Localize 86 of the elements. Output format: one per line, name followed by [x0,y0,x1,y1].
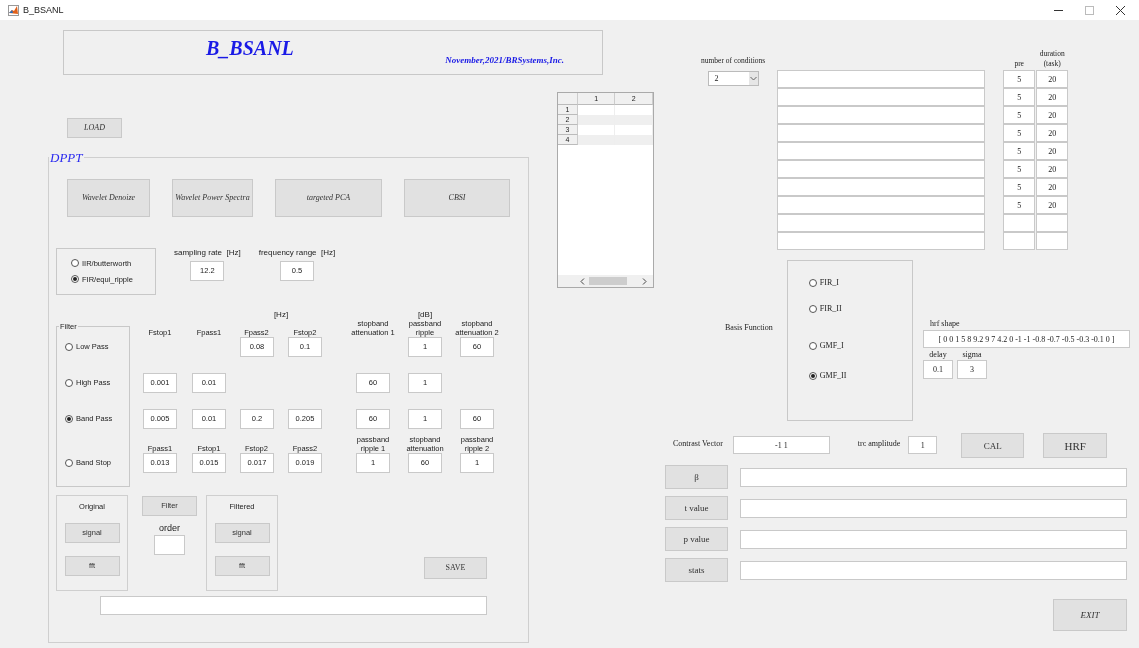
app-title: B_BSANL [206,37,294,61]
cal-button[interactable]: CAL [961,433,1025,458]
result-field[interactable] [740,498,1127,518]
field-label: delay [929,350,947,359]
hrf-button[interactable]: HRF [1043,433,1108,458]
condition-name-field[interactable] [777,160,986,178]
duration-field[interactable]: 20 [1036,124,1069,142]
sigma-field[interactable]: 3 [957,360,987,379]
result-button[interactable]: t value [665,496,728,520]
exit-button[interactable]: EXIT [1053,599,1127,631]
condition-name-field[interactable] [777,196,986,214]
result-field[interactable] [740,560,1127,580]
pre-field[interactable]: 5 [1003,106,1036,124]
pre-field[interactable]: 5 [1003,142,1036,160]
pre-field[interactable]: 5 [1003,160,1036,178]
tool-button[interactable]: Wavelet Power Spectra [172,178,253,217]
duration-field[interactable]: 20 [1036,106,1069,124]
trc-amplitude-field[interactable]: 1 [908,436,938,454]
condition-name-field[interactable] [777,70,986,88]
condition-name-field[interactable] [777,142,986,160]
conditions-dropdown[interactable]: 2 [707,71,759,86]
field-label: order [159,522,180,533]
pre-field[interactable]: 5 [1003,178,1036,196]
radio-button[interactable]: GMF_I [808,341,912,350]
duration-field[interactable]: 20 [1036,178,1069,196]
app-subtitle: November,2021/BRSystems,Inc. [445,55,564,65]
pre-field[interactable]: 5 [1003,124,1036,142]
duration-field[interactable]: 20 [1036,142,1069,160]
scroll-left-icon[interactable] [580,277,585,285]
table-cell[interactable] [615,135,653,145]
maximize-icon[interactable] [1085,5,1094,15]
tool-button[interactable]: CBSI [404,178,510,217]
pre-field[interactable]: 5 [1003,196,1036,214]
table-corner [558,93,578,105]
pre-field[interactable]: 5 [1003,88,1036,106]
close-icon[interactable] [1116,5,1125,15]
chevron-down-icon [748,72,758,85]
radio-button[interactable]: FIR_I [808,278,912,287]
field-label: sampling rate [Hz] [174,247,241,257]
field-label: Contrast Vector [673,439,723,448]
condition-name-field[interactable] [777,178,986,196]
radio-button[interactable]: FIR_II [808,304,912,313]
condition-name-field[interactable] [777,214,986,232]
field-label: sigma [962,350,982,359]
scroll-right-icon[interactable] [642,277,647,285]
window-title: B_BSANL [23,5,64,15]
app-icon [8,4,19,16]
pre-field[interactable] [1003,232,1036,250]
condition-name-field[interactable] [777,106,986,124]
field-label: trc amplitude [857,439,901,448]
result-button[interactable]: β [665,465,728,489]
table-cell[interactable] [615,115,653,125]
duration-field[interactable]: 20 [1036,88,1069,106]
panel-title: DPPT [49,149,84,166]
save-button[interactable]: SAVE [424,556,487,579]
unit-label: [dB] [417,309,433,319]
table-cell[interactable] [577,115,616,125]
duration-field[interactable]: 20 [1036,160,1069,178]
duration-field[interactable]: 20 [1036,70,1069,88]
field-label: hrf shape [930,319,961,328]
duration-field[interactable] [1036,232,1069,250]
table-cell[interactable] [577,135,616,145]
result-button[interactable]: stats [665,558,728,582]
load-button[interactable]: LOAD [67,117,122,138]
duration-field[interactable]: 20 [1036,196,1069,214]
radio-button[interactable]: GMF_II [808,371,912,380]
order-field[interactable] [154,534,185,555]
condition-name-field[interactable] [777,124,986,142]
delay-field[interactable]: 0.1 [923,360,953,379]
field-label: frequency range [Hz] [258,247,336,257]
tool-button[interactable]: Wavelet Denoize [67,178,150,217]
condition-name-field[interactable] [777,88,986,106]
condition-name-field[interactable] [777,232,986,250]
result-field[interactable] [740,467,1127,487]
pre-field[interactable]: 5 [1003,70,1036,88]
result-field[interactable] [740,529,1127,549]
result-button[interactable]: p value [665,527,728,551]
pre-field[interactable] [1003,214,1036,232]
contrast-vector-field[interactable]: -1 1 [732,436,830,454]
duration-field[interactable] [1036,214,1069,232]
status-field[interactable] [100,595,487,615]
scrollbar[interactable] [558,275,653,287]
unit-label: [Hz] [273,309,289,319]
field-label: Basis Function [725,323,773,332]
hrf-shape-field[interactable]: [ 0 0 1 5 8 9.2 9 7 4.2 0 -1 -1 -0.8 -0.7 -0.5 -0.3 -0.1 0 ] [923,330,1130,348]
tool-button[interactable]: targeted PCA [275,178,382,217]
